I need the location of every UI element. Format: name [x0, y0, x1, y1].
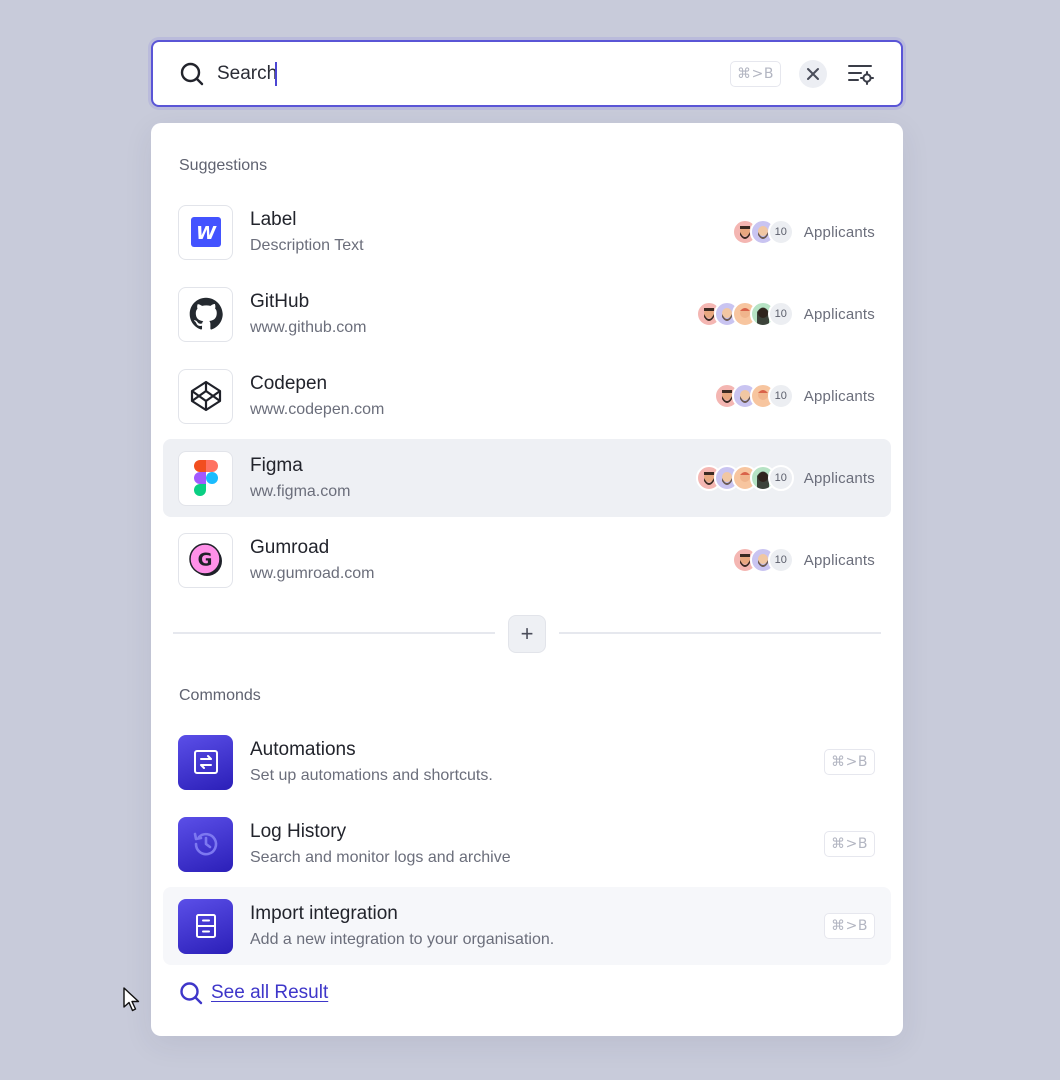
gumroad-icon: G	[178, 532, 233, 588]
row-title: Figma	[250, 454, 303, 476]
suggestion-row-codepen[interactable]: Codepen www.codepen.com 10 Applicants	[163, 357, 891, 435]
close-icon	[807, 67, 819, 80]
see-all-link[interactable]: See all Result	[211, 982, 328, 1004]
suggestion-row-figma[interactable]: Figma ww.figma.com 10 Applicants	[163, 439, 891, 517]
filter-settings-icon	[848, 64, 874, 85]
suggestion-row-github[interactable]: GitHub www.github.com 10 Applicants	[163, 275, 891, 353]
shortcut-hint: ⌘>B	[824, 913, 875, 939]
text-caret	[275, 61, 277, 86]
row-subtitle: www.codepen.com	[250, 400, 385, 418]
search-bar[interactable]: ⌘>B	[151, 40, 903, 107]
history-icon	[178, 816, 233, 872]
applicant-count: 10	[767, 301, 794, 327]
row-title: GitHub	[250, 290, 310, 312]
applicant-avatars: 10	[695, 465, 794, 491]
suggestion-row-gumroad[interactable]: G Gumroad ww.gumroad.com 10 Applicants	[163, 521, 891, 599]
search-icon	[180, 62, 204, 85]
svg-text:W: W	[196, 223, 217, 244]
applicant-count: 10	[767, 383, 794, 409]
archive-icon	[178, 898, 233, 954]
commands-heading: Commonds	[179, 687, 261, 704]
search-input[interactable]	[217, 62, 277, 85]
row-subtitle: Add a new integration to your organisati…	[250, 930, 555, 948]
row-title: Log History	[250, 820, 347, 842]
row-subtitle: Set up automations and shortcuts.	[250, 766, 493, 784]
applicant-avatars: 10	[731, 547, 794, 573]
applicants-label: Applicants	[803, 551, 875, 569]
filter-settings-button[interactable]	[847, 60, 875, 88]
mouse-pointer-icon	[123, 987, 140, 1012]
applicant-count: 10	[767, 547, 794, 573]
applicant-count: 10	[767, 219, 794, 245]
figma-icon	[178, 450, 233, 506]
command-row-import-integration[interactable]: Import integration Add a new integration…	[163, 887, 891, 965]
row-title: Gumroad	[250, 536, 330, 558]
applicants-label: Applicants	[803, 387, 875, 405]
command-row-log-history[interactable]: Log History Search and monitor logs and …	[163, 805, 891, 883]
applicant-count: 10	[767, 465, 794, 491]
row-subtitle: www.github.com	[250, 318, 367, 336]
row-subtitle: ww.figma.com	[250, 482, 351, 500]
suggestion-row-label[interactable]: W Label Description Text 10 Applicants	[163, 193, 891, 271]
applicants-label: Applicants	[803, 223, 875, 241]
shortcut-hint: ⌘>B	[824, 831, 875, 857]
applicant-avatars: 10	[713, 383, 794, 409]
applicants-label: Applicants	[803, 469, 875, 487]
svg-text:G: G	[197, 550, 212, 571]
row-subtitle: Search and monitor logs and archive	[250, 848, 511, 866]
divider-right	[559, 632, 881, 634]
search-icon	[180, 982, 203, 1005]
row-title: Label	[250, 208, 297, 230]
codepen-icon	[178, 368, 233, 424]
row-subtitle: ww.gumroad.com	[250, 564, 375, 582]
search-shortcut-hint: ⌘>B	[730, 60, 781, 87]
shortcut-hint: ⌘>B	[824, 749, 875, 775]
clear-search-button[interactable]	[799, 59, 827, 88]
see-all-results[interactable]: See all Result	[179, 981, 328, 1005]
row-title: Codepen	[250, 372, 328, 394]
row-title: Import integration	[250, 902, 398, 924]
results-panel: Suggestions W Label Description Text 10 …	[151, 123, 903, 1036]
suggestions-heading: Suggestions	[179, 157, 268, 174]
divider-left	[173, 632, 495, 634]
applicants-label: Applicants	[803, 305, 875, 323]
webflow-icon: W	[178, 204, 233, 260]
github-icon	[178, 286, 233, 342]
automation-icon	[178, 734, 233, 790]
command-row-automations[interactable]: Automations Set up automations and short…	[163, 723, 891, 801]
add-suggestion-button[interactable]: +	[508, 615, 546, 653]
row-title: Automations	[250, 738, 356, 760]
applicant-avatars: 10	[695, 301, 794, 327]
applicant-avatars: 10	[731, 219, 794, 245]
row-subtitle: Description Text	[250, 236, 364, 254]
